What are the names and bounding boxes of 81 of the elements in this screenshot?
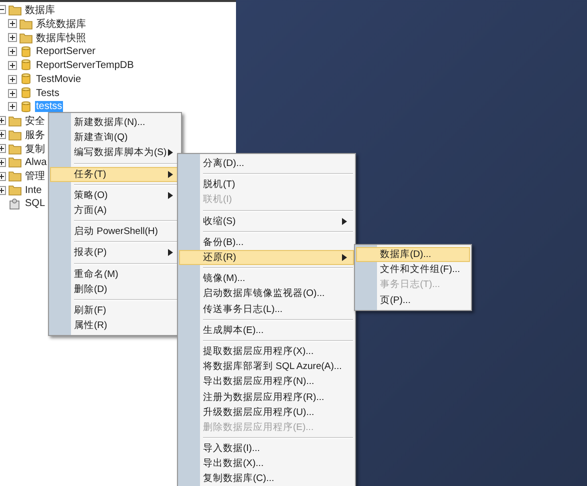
expand-icon[interactable] [0, 144, 6, 154]
tree-item[interactable]: 管理 [24, 169, 46, 184]
menu-item[interactable]: 启动数据库镜像监视器(O)... [179, 286, 354, 302]
collapse-icon[interactable] [0, 5, 6, 14]
menu-item[interactable]: 导出数据层应用程序(N)... [179, 374, 354, 390]
tree-item[interactable]: ReportServer [35, 46, 96, 57]
expand-icon[interactable] [8, 47, 17, 56]
menu-item[interactable]: 报表(P) [50, 245, 180, 260]
expand-icon[interactable] [0, 116, 6, 126]
tree-item[interactable]: Tests [35, 88, 60, 99]
menu-item[interactable]: 提取数据层应用程序(X)... [179, 344, 354, 360]
menu-item[interactable]: 注册为数据层应用程序(R)... [179, 389, 354, 405]
tree-item[interactable]: 复制 [24, 142, 46, 156]
folder-icon [8, 4, 22, 16]
expand-icon[interactable] [0, 158, 6, 167]
menu-item[interactable]: 新建数据库(N)... [50, 115, 180, 130]
tree-item[interactable]: ReportServerTempDB [35, 60, 135, 71]
menu-item[interactable]: 文件和文件组(F)... [356, 262, 470, 278]
folder-icon [8, 184, 22, 196]
agent-icon [8, 198, 22, 210]
menu-item[interactable]: 导入数据(I)... [179, 441, 354, 456]
expand-icon[interactable] [8, 19, 17, 28]
menu-item[interactable]: 镜像(M)... [179, 271, 354, 286]
folder-icon [8, 156, 22, 168]
menu-item[interactable]: 收缩(S) [179, 214, 354, 229]
folder-icon [19, 18, 33, 30]
menu-item[interactable]: 数据库(D)... [356, 247, 470, 262]
database-icon [19, 59, 33, 72]
menu-item[interactable]: 导出数据(X)... [179, 456, 354, 472]
expand-icon[interactable] [8, 60, 17, 70]
menu-item[interactable]: 编写数据库脚本为(S) [50, 145, 180, 161]
expand-icon[interactable] [8, 88, 17, 98]
folder-icon [8, 114, 22, 127]
tree-item[interactable]: TestMovie [35, 74, 82, 85]
folder-icon [8, 142, 22, 155]
tree-item[interactable]: 数据库 [24, 2, 56, 17]
tree-item[interactable]: Inte [24, 184, 43, 196]
database-icon [19, 100, 33, 113]
menu-item[interactable]: 分离(D)... [179, 156, 354, 172]
menu-item[interactable]: 方面(A) [50, 202, 180, 218]
submenu-arrow-icon [168, 149, 173, 156]
menu-item[interactable]: 刷新(F) [50, 302, 180, 318]
tree-item[interactable]: 系统数据库 [35, 16, 87, 31]
menu-item[interactable]: 页(P)... [356, 292, 470, 308]
menu-item[interactable]: 重命名(M) [50, 266, 180, 282]
expand-icon[interactable] [8, 33, 17, 42]
menu-item[interactable]: 属性(R) [50, 318, 180, 334]
tree-item[interactable]: Alwa [24, 156, 48, 168]
submenu-arrow-icon [168, 170, 173, 178]
menu-item[interactable]: 生成脚本(E)... [179, 322, 354, 338]
expand-icon[interactable] [0, 186, 6, 195]
folder-icon [8, 128, 22, 141]
tree-item[interactable]: 数据库快照 [35, 30, 87, 45]
submenu-arrow-icon [342, 218, 347, 225]
menu-item[interactable]: 任务(T) [50, 166, 180, 182]
folder-icon [8, 170, 22, 182]
database-icon [19, 46, 33, 58]
database-icon [19, 73, 33, 86]
expand-icon[interactable] [0, 172, 6, 181]
menu-item[interactable]: 策略(O) [50, 188, 180, 203]
menu-item[interactable]: 还原(R) [179, 250, 354, 266]
tree-item[interactable]: 服务 [24, 128, 46, 142]
submenu-arrow-icon [342, 254, 347, 261]
menu-item[interactable]: 删除(D) [50, 282, 180, 297]
menu-item[interactable]: 新建查询(Q) [50, 130, 180, 146]
menu-item[interactable]: 升级数据层应用程序(U)... [179, 404, 354, 420]
expand-icon[interactable] [8, 74, 17, 84]
folder-icon [19, 32, 33, 44]
menu-item[interactable]: 备份(B)... [179, 234, 354, 250]
menu-item[interactable]: 启动 PowerShell(H) [50, 224, 180, 240]
tree-item[interactable]: SQL [24, 198, 46, 210]
menu-item[interactable]: 脱机(T) [179, 177, 354, 192]
menu-item[interactable]: 复制数据库(C)... [179, 471, 354, 486]
expand-icon[interactable] [8, 102, 17, 112]
menu-item[interactable]: 将数据库部署到 SQL Azure(A)... [179, 359, 354, 374]
submenu-arrow-icon [168, 249, 173, 256]
menu-item[interactable]: 传送事务日志(L)... [179, 302, 354, 317]
tree-item[interactable]: 安全 [24, 114, 46, 128]
database-icon [19, 87, 33, 100]
submenu-arrow-icon [168, 192, 173, 199]
expand-icon[interactable] [0, 130, 6, 140]
